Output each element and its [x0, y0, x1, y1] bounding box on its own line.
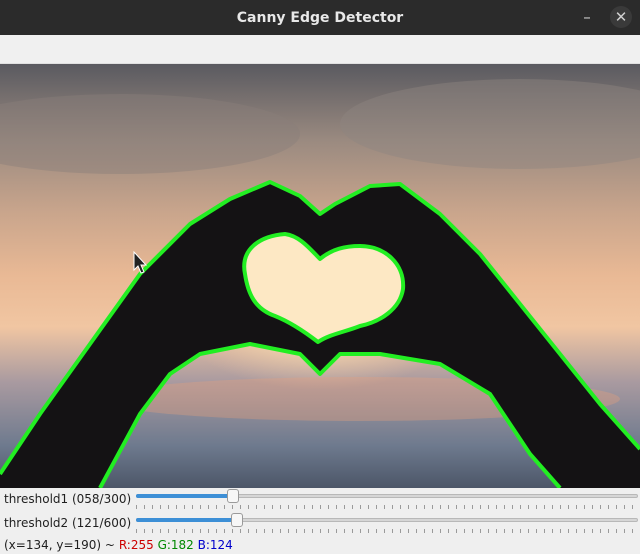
slider-fill	[136, 518, 237, 522]
close-icon[interactable]: ✕	[610, 6, 632, 28]
toolbar-area	[0, 35, 640, 64]
slider-threshold2[interactable]	[136, 513, 638, 536]
status-red-value: R:255	[118, 538, 154, 552]
image-view[interactable]	[0, 64, 640, 488]
slider-ticks	[136, 529, 638, 533]
trackbar-threshold2: threshold2 (121/600)	[0, 512, 640, 538]
trackbar-threshold1: threshold1 (058/300)	[0, 488, 640, 514]
window-title: Canny Edge Detector	[236, 9, 404, 26]
status-green-value: G:182	[157, 538, 194, 552]
status-bar: (x=134, y=190) ~ R:255 G:182 B:124	[4, 538, 233, 552]
slider-fill	[136, 494, 233, 498]
minimize-icon[interactable]: –	[576, 6, 598, 28]
trackbar-label-threshold2: threshold2 (121/600)	[4, 516, 132, 530]
window-titlebar[interactable]: Canny Edge Detector – ✕	[0, 0, 640, 35]
slider-ticks	[136, 505, 638, 509]
slider-handle[interactable]	[231, 513, 243, 527]
slider-handle[interactable]	[227, 489, 239, 503]
status-blue-value: B:124	[197, 538, 233, 552]
status-coords: (x=134, y=190) ~	[4, 538, 115, 552]
slider-threshold1[interactable]	[136, 489, 638, 512]
trackbar-label-threshold1: threshold1 (058/300)	[4, 492, 132, 506]
